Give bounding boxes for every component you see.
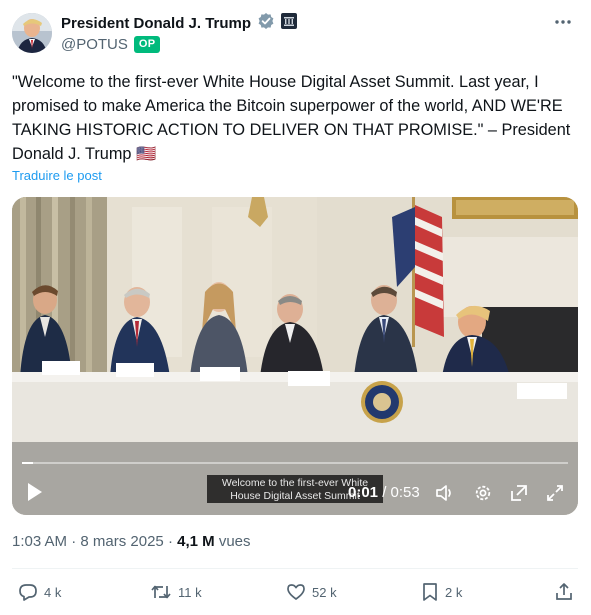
video-frame	[12, 197, 578, 515]
bookmark-button[interactable]: 2 k	[421, 580, 462, 604]
gear-icon	[475, 485, 491, 501]
heart-icon	[287, 584, 305, 600]
share-button[interactable]	[554, 580, 574, 604]
video-current-time: 0:01	[348, 484, 379, 501]
bookmark-count: 2 k	[445, 584, 463, 600]
views-count: 4,1 M	[177, 533, 215, 550]
fullscreen-button[interactable]	[544, 483, 566, 503]
video-progress-fill	[22, 462, 33, 464]
author-name-row: President Donald J. Trump	[61, 12, 298, 35]
author-display-name[interactable]: President Donald J. Trump	[61, 15, 251, 32]
more-options-button[interactable]	[551, 12, 575, 32]
reply-button[interactable]: 4 k	[18, 580, 61, 604]
reply-icon	[19, 584, 37, 601]
video-duration: 0:53	[390, 484, 420, 501]
author-handle[interactable]: @POTUS	[61, 36, 128, 53]
divider	[12, 568, 578, 569]
post-date[interactable]: 8 mars 2025	[80, 533, 163, 550]
meta-separator: ·	[167, 533, 173, 550]
play-icon	[28, 483, 42, 501]
settings-button[interactable]	[472, 483, 494, 503]
op-badge: OP	[133, 35, 161, 53]
like-button[interactable]: 52 k	[286, 580, 337, 604]
pop-out-button[interactable]	[508, 483, 530, 503]
repost-icon	[151, 585, 171, 599]
author-handle-row: @POTUS OP	[61, 34, 161, 54]
video-player[interactable]: Welcome to the first-ever White House Di…	[12, 197, 578, 515]
repost-button[interactable]: 11 k	[150, 580, 202, 604]
more-dots-icon	[555, 20, 571, 24]
reply-count: 4 k	[44, 584, 62, 600]
pop-out-icon	[511, 485, 527, 501]
bookmark-icon	[423, 583, 437, 601]
post-text: "Welcome to the first-ever White House D…	[12, 73, 571, 163]
volume-button[interactable]	[434, 483, 456, 503]
post-meta: 1:03 AM · 8 mars 2025 · 4,1 M vues	[12, 533, 251, 550]
verified-badge-icon	[257, 12, 275, 35]
government-affiliation-icon[interactable]	[281, 12, 298, 34]
author-avatar[interactable]	[12, 13, 52, 53]
like-count: 52 k	[312, 584, 337, 600]
fullscreen-icon	[547, 485, 563, 501]
video-timecode: 0:01 / 0:53	[348, 484, 420, 501]
share-icon	[556, 583, 572, 600]
play-button[interactable]	[26, 482, 44, 502]
video-progress-bar[interactable]	[22, 462, 568, 464]
post-time[interactable]: 1:03 AM	[12, 533, 67, 550]
meta-separator: ·	[71, 533, 77, 550]
translate-post-link[interactable]: Traduire le post	[12, 168, 102, 183]
volume-icon	[436, 485, 451, 501]
views-label: vues	[218, 533, 251, 550]
repost-count: 11 k	[178, 584, 202, 600]
